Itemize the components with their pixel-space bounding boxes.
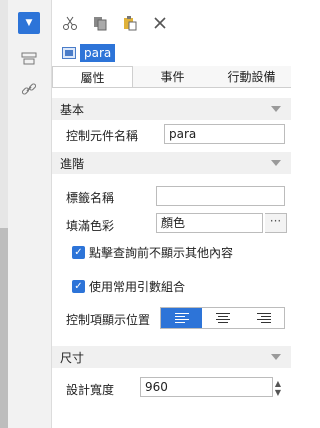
section-size[interactable]: 尺寸 bbox=[52, 346, 291, 368]
hide-others-checkbox[interactable]: ✓ 點擊查詢前不顯示其他內容 bbox=[72, 244, 233, 261]
section-advanced-label: 進階 bbox=[60, 156, 85, 171]
fill-color-input[interactable]: 顏色 bbox=[156, 213, 263, 233]
delete-icon[interactable] bbox=[150, 13, 170, 33]
paste-icon[interactable] bbox=[120, 13, 140, 33]
common-param-label: 使用常用引數組合 bbox=[89, 280, 186, 294]
align-center-button[interactable] bbox=[202, 308, 243, 328]
control-name-row: 控制元件名稱 para bbox=[52, 120, 291, 150]
common-param-checkbox[interactable]: ✓ 使用常用引數組合 bbox=[72, 278, 185, 295]
layout-icon[interactable] bbox=[18, 48, 40, 70]
design-width-row: 設計寬度 960 ▲ ▼ bbox=[52, 374, 291, 402]
chevron-down-icon[interactable] bbox=[271, 160, 281, 166]
selected-object: para bbox=[62, 44, 116, 62]
common-param-row: ✓ 使用常用引數組合 bbox=[52, 272, 291, 300]
tab-mobile[interactable]: 行動設備 bbox=[212, 66, 291, 87]
component-view-icon[interactable]: ▼ bbox=[18, 12, 40, 34]
section-basic-label: 基本 bbox=[60, 102, 85, 117]
checkbox-checked-icon[interactable]: ✓ bbox=[72, 246, 85, 259]
hide-others-label: 點擊查詢前不顯示其他內容 bbox=[89, 246, 234, 260]
section-size-label: 尺寸 bbox=[60, 350, 85, 365]
align-left-icon bbox=[174, 313, 189, 323]
align-right-button[interactable] bbox=[243, 308, 284, 328]
toolbar bbox=[60, 10, 170, 36]
checkbox-checked-icon[interactable]: ✓ bbox=[72, 280, 85, 293]
link-icon[interactable] bbox=[18, 78, 40, 100]
properties-panel: 基本 控制元件名稱 para 進階 標籤名稱 填滿色彩 顏色 ··· ✓ 點擊查… bbox=[52, 88, 291, 428]
chevron-down-icon[interactable] bbox=[271, 354, 281, 360]
property-tabs: 屬性 事件 行動設備 bbox=[52, 66, 291, 88]
hide-others-row: ✓ 點擊查詢前不顯示其他內容 bbox=[52, 238, 291, 266]
object-name-label: para bbox=[80, 44, 116, 62]
copy-icon[interactable] bbox=[90, 13, 110, 33]
fill-color-row: 填滿色彩 顏色 ··· bbox=[52, 210, 291, 238]
align-right-icon bbox=[256, 313, 271, 323]
tab-properties[interactable]: 屬性 bbox=[52, 66, 133, 87]
control-position-label: 控制項顯示位置 bbox=[66, 313, 151, 327]
left-scrollbar-thumb[interactable] bbox=[0, 228, 8, 428]
section-basic[interactable]: 基本 bbox=[52, 98, 291, 120]
tab-events[interactable]: 事件 bbox=[133, 66, 212, 87]
align-left-button[interactable] bbox=[161, 308, 202, 328]
spinner-icon[interactable]: ▲ ▼ bbox=[271, 378, 285, 398]
more-options-button[interactable]: ··· bbox=[265, 213, 287, 233]
design-width-label: 設計寬度 bbox=[66, 383, 115, 397]
cut-icon[interactable] bbox=[60, 13, 80, 33]
left-sidebar: ▼ bbox=[0, 0, 52, 428]
section-advanced[interactable]: 進階 bbox=[52, 152, 291, 174]
control-name-label: 控制元件名稱 bbox=[66, 129, 139, 143]
tag-name-input[interactable] bbox=[156, 186, 285, 206]
tag-name-row: 標籤名稱 bbox=[52, 182, 291, 210]
fill-color-label: 填滿色彩 bbox=[66, 219, 115, 233]
control-position-row: 控制項顯示位置 bbox=[52, 304, 291, 332]
design-width-input[interactable]: 960 bbox=[140, 377, 273, 397]
chevron-down-icon[interactable] bbox=[271, 106, 281, 112]
tag-name-label: 標籤名稱 bbox=[66, 191, 115, 205]
align-center-icon bbox=[215, 313, 230, 323]
alignment-group bbox=[160, 307, 285, 329]
control-name-input[interactable]: para bbox=[164, 124, 285, 144]
widget-icon bbox=[62, 47, 76, 59]
